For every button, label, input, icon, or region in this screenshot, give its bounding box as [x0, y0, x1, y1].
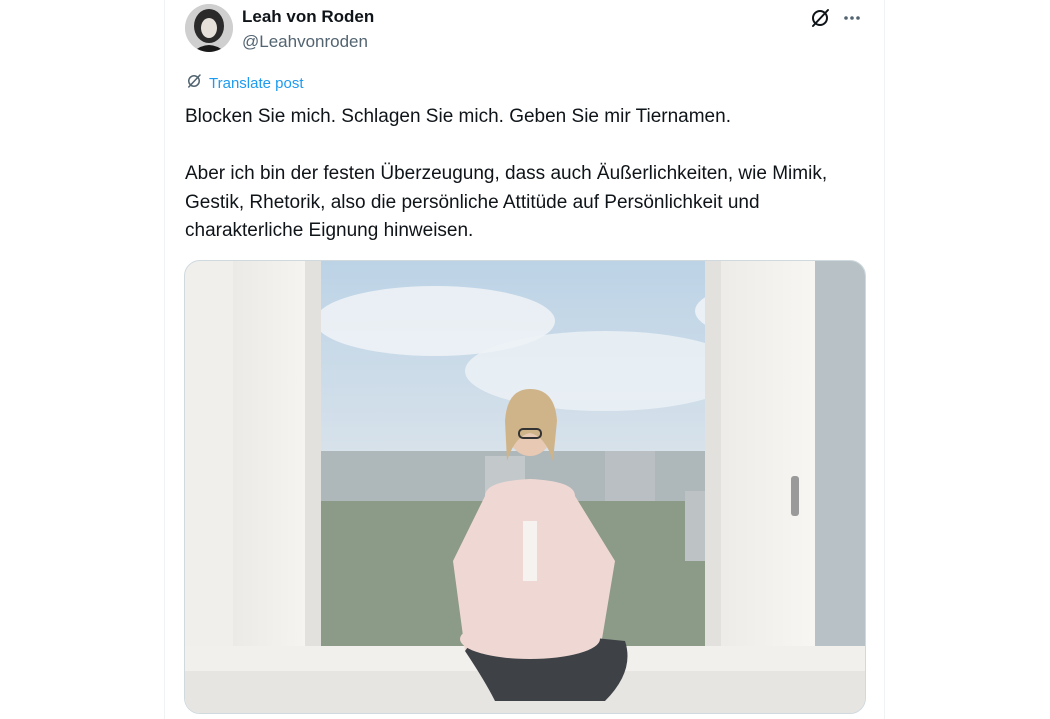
- post-paragraph-2: Aber ich bin der festen Überzeugung, das…: [185, 163, 828, 241]
- author-handle[interactable]: @Leahvonroden: [242, 32, 368, 52]
- post-text: Blocken Sie mich. Schlagen Sie mich. Geb…: [185, 103, 865, 246]
- translate-icon: [185, 72, 203, 95]
- translate-post-link[interactable]: Translate post: [185, 72, 304, 94]
- translate-label: Translate post: [209, 74, 304, 92]
- avatar[interactable]: [185, 4, 233, 52]
- post-line-1: Blocken Sie mich. Schlagen Sie mich. Geb…: [185, 106, 731, 127]
- grok-slash-icon[interactable]: [808, 6, 832, 30]
- post-image[interactable]: [184, 260, 866, 714]
- author-name[interactable]: Leah von Roden: [242, 7, 374, 27]
- more-dots-icon[interactable]: [840, 6, 864, 30]
